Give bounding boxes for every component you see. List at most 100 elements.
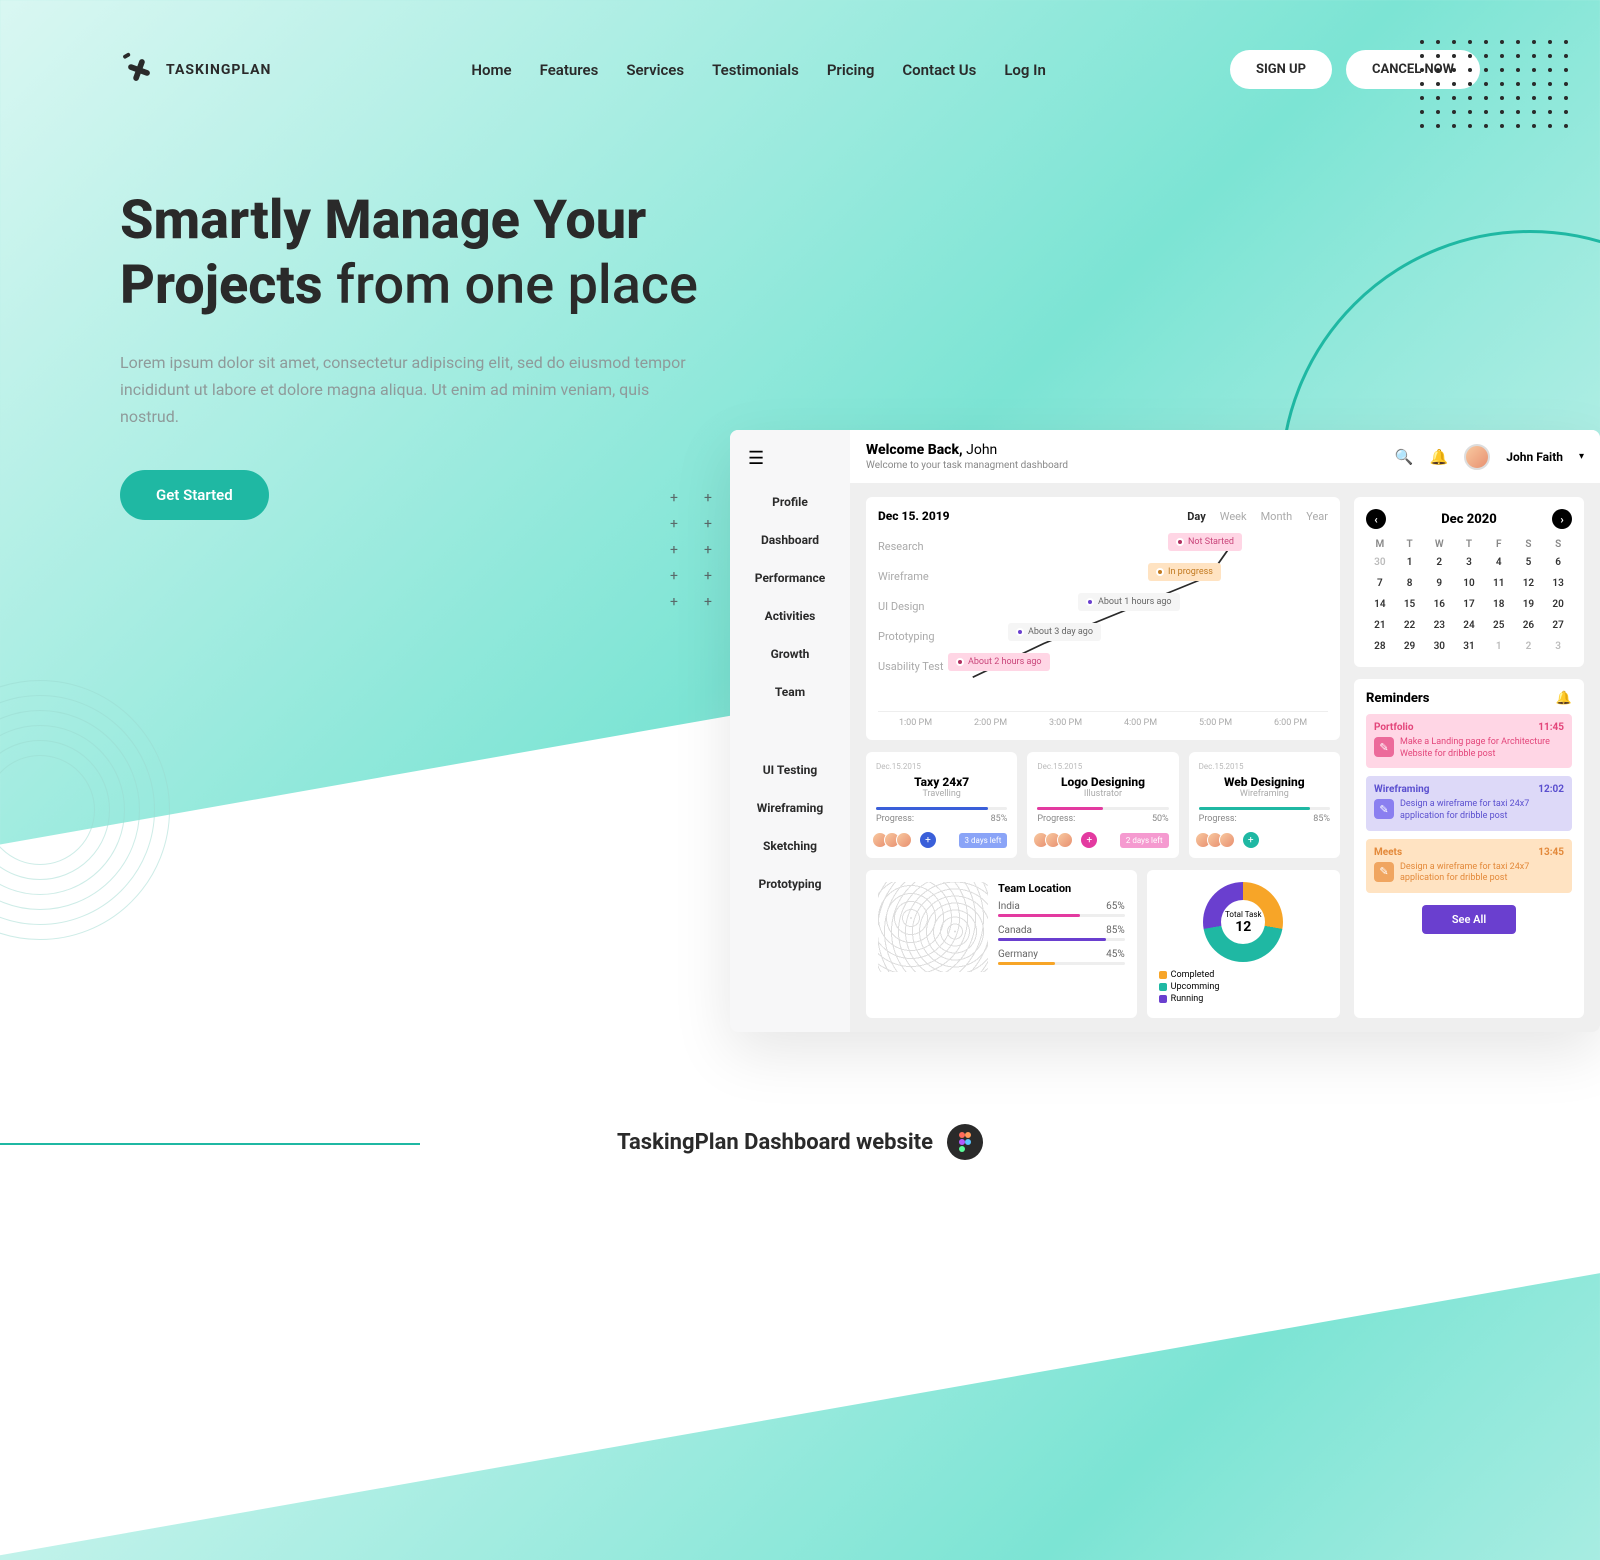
logo[interactable]: TASKINGPLAN [120,51,271,89]
team-location-card: Team Location India65% Canada85% Germany… [866,870,1137,1018]
sidebar-item-wireframing[interactable]: Wireframing [730,789,850,827]
calendar-day[interactable]: 19 [1515,596,1543,613]
nav-testimonials[interactable]: Testimonials [712,61,799,79]
calendar-day[interactable]: 4 [1485,554,1513,571]
dashboard-sidebar: ☰ ProfileDashboardPerformanceActivitiesG… [730,430,850,1032]
signup-button[interactable]: SIGN UP [1230,50,1332,89]
calendar-day[interactable]: 1 [1396,554,1424,571]
calendar-day[interactable]: 28 [1366,638,1394,655]
calendar-day[interactable]: 30 [1425,638,1453,655]
calendar-day[interactable]: 2 [1425,554,1453,571]
calendar-day[interactable]: 15 [1396,596,1424,613]
calendar-day[interactable]: 5 [1515,554,1543,571]
reminder-list: Portfolio11:45 ✎Make a Landing page for … [1366,714,1572,893]
search-icon[interactable]: 🔍 [1395,448,1414,466]
calendar-day[interactable]: 25 [1485,617,1513,634]
location-rows: India65% Canada85% Germany45% [998,901,1125,965]
timeline-date: Dec 15. 2019 [878,509,950,523]
logo-mark-icon [120,51,158,89]
tab-month[interactable]: Month [1261,510,1293,523]
sidebar-item-performance[interactable]: Performance [730,559,850,597]
calendar-day[interactable]: 8 [1396,575,1424,592]
calendar-day[interactable]: 3 [1455,554,1483,571]
calendar-day[interactable]: 14 [1366,596,1394,613]
cal-prev-button[interactable]: ‹ [1366,509,1386,529]
tab-year[interactable]: Year [1306,510,1328,523]
calendar-day[interactable]: 9 [1425,575,1453,592]
project-card[interactable]: Dec.15.2015 Web Designing Wireframing Pr… [1189,752,1340,858]
sidebar-item-profile[interactable]: Profile [730,483,850,521]
sidebar-item-sketching[interactable]: Sketching [730,827,850,865]
calendar-day[interactable]: 22 [1396,617,1424,634]
user-name[interactable]: John Faith [1506,450,1563,464]
avatar[interactable] [1464,444,1490,470]
bell-icon[interactable]: 🔔 [1556,691,1572,706]
calendar-day[interactable]: 31 [1455,638,1483,655]
cal-next-button[interactable]: › [1552,509,1572,529]
calendar-day[interactable]: 1 [1485,638,1513,655]
timeline-chip[interactable]: Not Started [1168,533,1242,551]
calendar-day[interactable]: 27 [1544,617,1572,634]
timeline-chip[interactable]: In progress [1148,563,1221,581]
hamburger-icon[interactable]: ☰ [730,448,850,483]
project-card[interactable]: Dec.15.2015 Logo Designing Illustrator P… [1027,752,1178,858]
calendar-day[interactable]: 2 [1515,638,1543,655]
calendar-day[interactable]: 10 [1455,575,1483,592]
sidebar-item-activities[interactable]: Activities [730,597,850,635]
nav-contact-us[interactable]: Contact Us [902,61,976,79]
nav-services[interactable]: Services [626,61,684,79]
calendar-day[interactable]: 18 [1485,596,1513,613]
sidebar-item-ui-testing[interactable]: UI Testing [730,751,850,789]
donut-value: 12 [1235,919,1251,935]
calendar-day[interactable]: 17 [1455,596,1483,613]
nav-pricing[interactable]: Pricing [827,61,875,79]
timeline-chip[interactable]: About 1 hours ago [1078,593,1180,611]
nav-log-in[interactable]: Log In [1004,61,1046,79]
project-card[interactable]: Dec.15.2015 Taxy 24x7 Travelling Progres… [866,752,1017,858]
figma-icon [947,1124,983,1160]
timeline-chip[interactable]: About 2 hours ago [948,653,1050,671]
calendar-day[interactable]: 16 [1425,596,1453,613]
nav-home[interactable]: Home [471,61,511,79]
chevron-down-icon[interactable]: ▾ [1579,451,1584,462]
reminder-item[interactable]: Meets13:45 ✎Design a wireframe for taxi … [1366,839,1572,893]
timeline-chip[interactable]: About 3 day ago [1008,623,1101,641]
project-cards: Dec.15.2015 Taxy 24x7 Travelling Progres… [866,752,1340,858]
calendar-day[interactable]: 12 [1515,575,1543,592]
reminders-card: Reminders 🔔 Portfolio11:45 ✎Make a Landi… [1354,679,1584,1018]
timeline-hours: 1:00 PM2:00 PM3:00 PM4:00 PM5:00 PM6:00 … [878,711,1328,728]
dashboard-preview: ☰ ProfileDashboardPerformanceActivitiesG… [730,430,1600,1032]
calendar-day[interactable]: 30 [1366,554,1394,571]
total-task-card: Total Task 12 CompletedUpcommingRunning [1147,870,1340,1018]
nav-features[interactable]: Features [540,61,599,79]
bell-icon[interactable]: 🔔 [1430,448,1449,466]
calendar-grid: MTWTFSS301234567891011121314151617181920… [1366,539,1572,655]
get-started-button[interactable]: Get Started [120,470,269,520]
reminder-item[interactable]: Portfolio11:45 ✎Make a Landing page for … [1366,714,1572,768]
team-location-title: Team Location [998,882,1125,895]
calendar-day[interactable]: 26 [1515,617,1543,634]
calendar-day[interactable]: 3 [1544,638,1572,655]
reminders-title: Reminders [1366,691,1429,706]
tab-week[interactable]: Week [1220,510,1247,523]
sidebar-item-dashboard[interactable]: Dashboard [730,521,850,559]
footer-caption: TaskingPlan Dashboard website [0,1124,1600,1160]
see-all-button[interactable]: See All [1422,905,1516,934]
calendar-day[interactable]: 24 [1455,617,1483,634]
sidebar-item-prototyping[interactable]: Prototyping [730,865,850,903]
main-nav: Home Features Services Testimonials Pricing C… [471,61,1045,79]
calendar-day[interactable]: 20 [1544,596,1572,613]
calendar-day[interactable]: 23 [1425,617,1453,634]
dashboard-topbar: Welcome Back, John Welcome to your task … [850,430,1600,483]
tab-day[interactable]: Day [1187,510,1206,523]
hero-heading: Smartly Manage Your Projects from one pl… [120,189,780,319]
reminder-item[interactable]: Wireframing12:02 ✎Design a wireframe for… [1366,776,1572,830]
calendar-day[interactable]: 21 [1366,617,1394,634]
sidebar-item-team[interactable]: Team [730,673,850,711]
calendar-day[interactable]: 7 [1366,575,1394,592]
sidebar-item-growth[interactable]: Growth [730,635,850,673]
calendar-day[interactable]: 11 [1485,575,1513,592]
calendar-day[interactable]: 29 [1396,638,1424,655]
calendar-day[interactable]: 13 [1544,575,1572,592]
calendar-day[interactable]: 6 [1544,554,1572,571]
